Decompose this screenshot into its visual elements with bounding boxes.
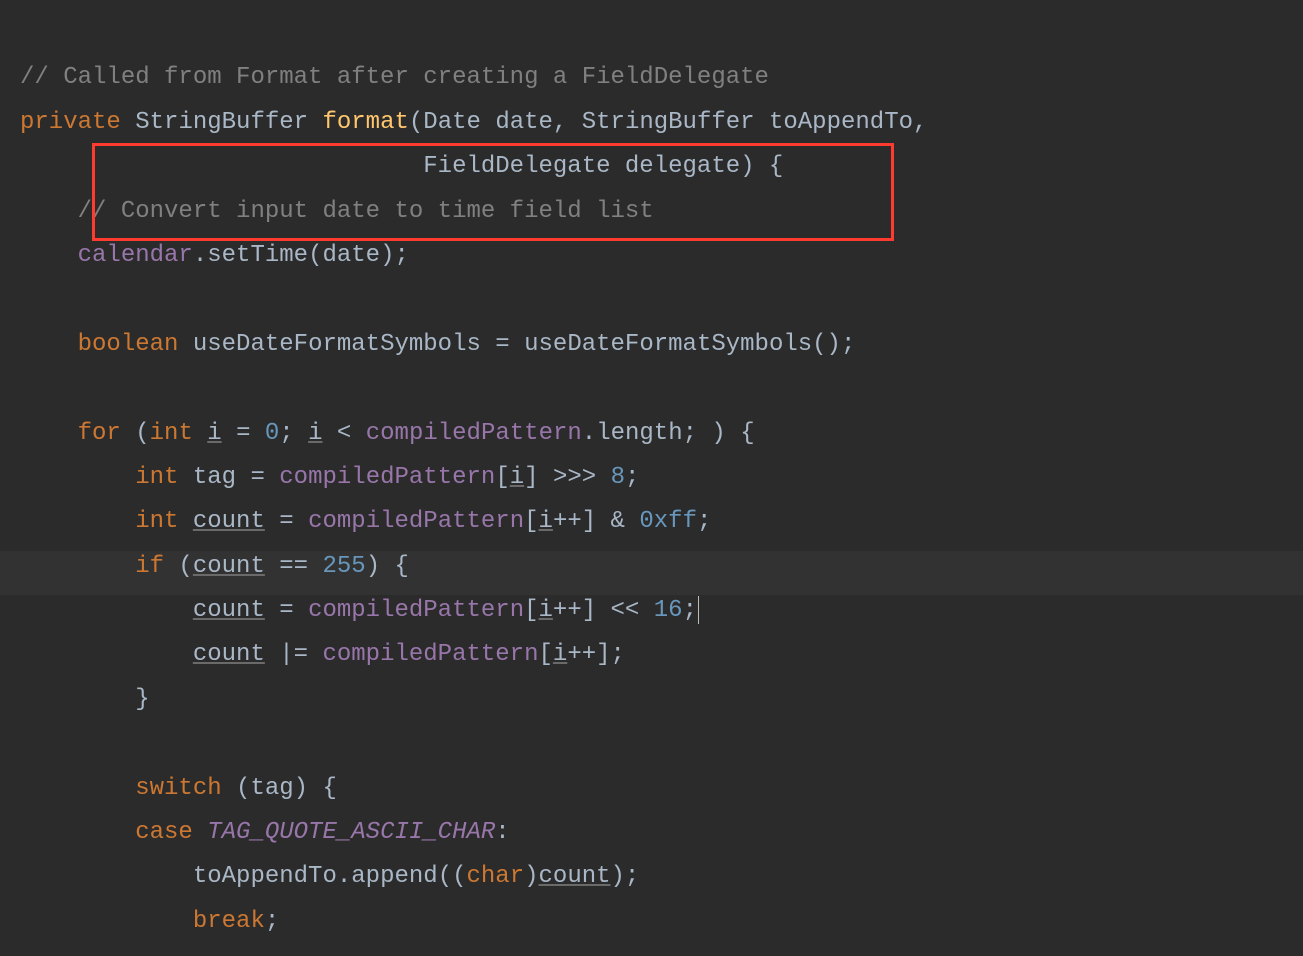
count-shift: count = compiledPattern[i++] << 16; bbox=[20, 597, 699, 624]
method-signature: private StringBuffer format(Date date, S… bbox=[20, 109, 927, 136]
blank-line-3 bbox=[20, 730, 34, 757]
int-tag-decl: int tag = compiledPattern[i] >>> 8; bbox=[20, 464, 639, 491]
blank-line-2 bbox=[20, 375, 34, 402]
comment-convert: // Convert input date to time field list bbox=[20, 198, 654, 225]
if-count: if (count == 255) { bbox=[20, 553, 409, 580]
blank-line-1 bbox=[20, 286, 34, 313]
close-brace-if: } bbox=[20, 686, 150, 713]
break-stmt: break; bbox=[20, 908, 279, 935]
count-or: count |= compiledPattern[i++]; bbox=[20, 641, 625, 668]
code-editor[interactable]: // Called from Format after creating a F… bbox=[0, 0, 1303, 956]
switch-stmt: switch (tag) { bbox=[20, 775, 337, 802]
calendar-settime: calendar.setTime(date); bbox=[20, 242, 409, 269]
int-count-decl: int count = compiledPattern[i++] & 0xff; bbox=[20, 508, 711, 535]
comment-line-1: // Called from Format after creating a F… bbox=[20, 64, 769, 91]
text-cursor bbox=[698, 596, 699, 624]
append-call: toAppendTo.append((char)count); bbox=[20, 863, 639, 890]
for-loop: for (int i = 0; i < compiledPattern.leng… bbox=[20, 420, 755, 447]
boolean-decl: boolean useDateFormatSymbols = useDateFo… bbox=[20, 331, 855, 358]
case-stmt: case TAG_QUOTE_ASCII_CHAR: bbox=[20, 819, 510, 846]
method-signature-line2: FieldDelegate delegate) { bbox=[20, 153, 783, 180]
